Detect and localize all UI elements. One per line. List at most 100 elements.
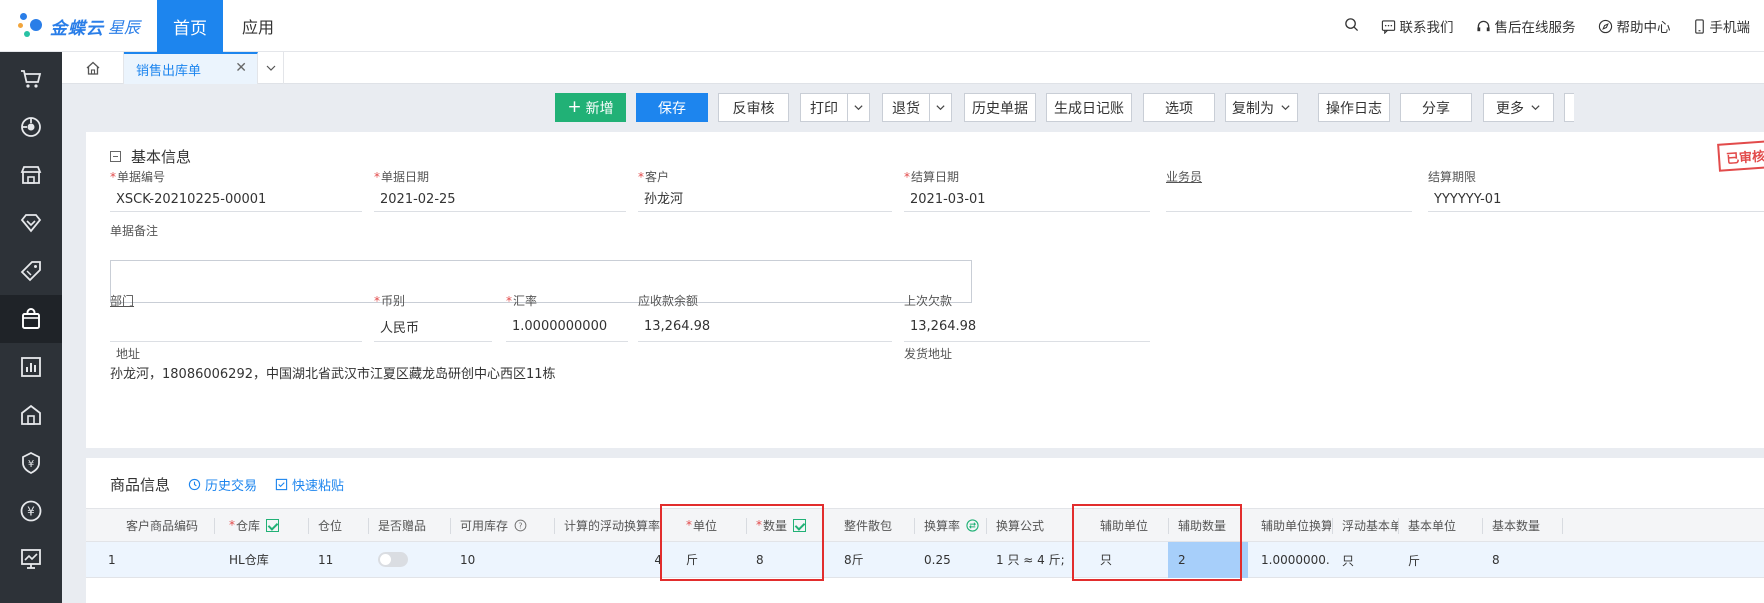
salesman-value[interactable]: [1166, 190, 1412, 212]
return-dropdown[interactable]: [930, 93, 952, 122]
close-icon[interactable]: ✕: [235, 60, 247, 76]
col-float-base[interactable]: 浮动基本单: [1332, 509, 1398, 541]
currency-field[interactable]: *币别 人民币: [374, 292, 492, 342]
col-pack[interactable]: 整件散包: [834, 509, 914, 541]
bill-no-value[interactable]: XSCK-20210225-00001: [110, 190, 362, 212]
col-warehouse[interactable]: * 仓库: [219, 509, 309, 541]
settle-date-value[interactable]: 2021-03-01: [904, 190, 1150, 212]
save-button[interactable]: 保存: [636, 93, 708, 122]
sidebar-item-dashboard[interactable]: [0, 103, 62, 151]
dept-value[interactable]: [110, 314, 362, 342]
col-aux-conv[interactable]: 辅助单位换算: [1251, 509, 1331, 541]
settle-period-field[interactable]: 结算期限 YYYYYY-01: [1428, 168, 1764, 212]
quick-paste-label: 快速粘贴: [292, 479, 345, 494]
col-float-rate[interactable]: 计算的浮动换算率: [554, 509, 674, 541]
bill-date-value[interactable]: 2021-02-25: [374, 190, 626, 212]
phone-icon: [1694, 18, 1704, 34]
currency-value[interactable]: 人民币: [374, 314, 492, 342]
col-stock[interactable]: 可用库存 ?: [450, 509, 554, 541]
print-button[interactable]: 打印: [800, 93, 848, 122]
history-bills-button[interactable]: 历史单据: [964, 93, 1036, 122]
customer-field[interactable]: *客户 孙龙河: [638, 168, 892, 212]
bill-no-field[interactable]: *单据编号 XSCK-20210225-00001: [110, 168, 362, 212]
col-conv-rate[interactable]: 换算率: [914, 509, 986, 541]
copy-as-button[interactable]: 复制为: [1225, 93, 1298, 122]
bill-date-field[interactable]: *单据日期 2021-02-25: [374, 168, 626, 212]
sidebar-item-product[interactable]: [0, 199, 62, 247]
cell-base-unit[interactable]: 斤: [1398, 542, 1482, 578]
customer-value[interactable]: 孙龙河: [638, 190, 892, 212]
last-debt-label: 上次欠款: [904, 294, 953, 308]
nav-app[interactable]: 应用: [236, 0, 280, 52]
add-button[interactable]: + 新增: [555, 93, 626, 122]
col-location[interactable]: 仓位: [308, 509, 368, 541]
ship-address-field[interactable]: 发货地址: [904, 345, 1150, 389]
rate-value[interactable]: 1.0000000000: [506, 314, 628, 342]
copy-as-label: 复制为: [1232, 100, 1274, 117]
dept-field[interactable]: 部门: [110, 292, 362, 342]
top-bar: 金蝶云 星辰 首页 应用 联系我们 售后在线服务 帮助中心 手机端: [0, 0, 1764, 52]
tabs-dropdown[interactable]: [258, 52, 284, 84]
tab-sales-outbound[interactable]: 销售出库单 ✕: [124, 52, 258, 84]
tag-icon: [20, 261, 41, 282]
target-icon: [21, 117, 41, 137]
operation-log-button[interactable]: 操作日志: [1318, 93, 1390, 122]
sidebar-item-sales[interactable]: [0, 295, 62, 343]
return-button[interactable]: 退货: [882, 93, 930, 122]
unaudit-button[interactable]: 反审核: [718, 93, 789, 122]
sidebar-item-store[interactable]: [0, 151, 62, 199]
col-cust-code[interactable]: 客户商品编码: [122, 509, 212, 541]
address-value[interactable]: 孙龙河，18086006292，中国湖北省武汉市江夏区藏龙岛研创中心西区11栋: [110, 365, 870, 387]
search-icon[interactable]: [1344, 17, 1359, 36]
plus-icon: +: [567, 97, 582, 117]
col-base-qty[interactable]: 基本数量: [1482, 509, 1562, 541]
sidebar-item-report[interactable]: [0, 343, 62, 391]
mobile-label: 手机端: [1709, 20, 1751, 36]
col-base-unit[interactable]: 基本单位: [1398, 509, 1482, 541]
quick-paste-link[interactable]: 快速粘贴: [275, 475, 344, 494]
sidebar-item-analysis[interactable]: [0, 535, 62, 583]
options-button[interactable]: 选项: [1143, 93, 1215, 122]
help-center-link[interactable]: 帮助中心: [1598, 16, 1671, 36]
basic-info-header[interactable]: 基本信息: [110, 146, 191, 167]
goods-header: 商品信息 历史交易 快速粘贴: [110, 474, 344, 495]
rate-field[interactable]: *汇率 1.0000000000: [506, 292, 628, 342]
salesman-field[interactable]: 业务员: [1166, 168, 1412, 212]
cell-aux-conv[interactable]: 1.0000000...: [1251, 542, 1331, 578]
more-button[interactable]: 更多: [1483, 93, 1554, 122]
nav-home[interactable]: 首页: [157, 0, 223, 52]
annotation-box-unit-qty: [660, 504, 824, 581]
sidebar-item-purchase[interactable]: [0, 55, 62, 103]
basic-info-card: 基本信息 已审核 *单据编号 XSCK-20210225-00001 *单据日期…: [86, 132, 1764, 448]
dept-label[interactable]: 部门: [110, 292, 362, 309]
sidebar-item-funds[interactable]: ¥: [0, 487, 62, 535]
app-logo[interactable]: 金蝶云 星辰: [18, 10, 140, 42]
history-trade-label: 历史交易: [205, 479, 258, 494]
goods-info-card: 商品信息 历史交易 快速粘贴 客户商品编码 * 仓库 仓位 是否赠品 可用库存 ?…: [86, 458, 1764, 603]
toolbar-overflow-button[interactable]: [1564, 93, 1574, 122]
print-dropdown[interactable]: [848, 93, 870, 122]
logo-mark-icon: [18, 11, 46, 41]
goods-table-header: 客户商品编码 * 仓库 仓位 是否赠品 可用库存 ? 计算的浮动换算率 * 单位 *…: [86, 508, 1764, 542]
mobile-link[interactable]: 手机端: [1693, 16, 1751, 36]
home-tab[interactable]: [62, 52, 124, 84]
col-formula[interactable]: 换算公式: [986, 509, 1082, 541]
sidebar-item-warehouse[interactable]: [0, 391, 62, 439]
collapse-icon[interactable]: [110, 151, 121, 162]
settle-date-field[interactable]: *结算日期 2021-03-01: [904, 168, 1150, 212]
address-field[interactable]: 地址 孙龙河，18086006292，中国湖北省武汉市江夏区藏龙岛研创中心西区1…: [110, 345, 870, 387]
sidebar-item-finance[interactable]: ¥: [0, 439, 62, 487]
settle-period-value[interactable]: YYYYYY-01: [1428, 190, 1764, 212]
col-gift[interactable]: 是否赠品: [368, 509, 450, 541]
ship-address-value[interactable]: [904, 367, 1150, 389]
share-button[interactable]: 分享: [1400, 93, 1472, 122]
contact-us-link[interactable]: 联系我们: [1381, 16, 1454, 36]
online-service-link[interactable]: 售后在线服务: [1476, 16, 1576, 36]
cell-float-base[interactable]: 只: [1332, 542, 1398, 578]
chevron-down-icon: [936, 105, 945, 111]
basic-info-title: 基本信息: [131, 148, 192, 166]
generate-journal-button[interactable]: 生成日记账: [1046, 93, 1132, 122]
sidebar-item-price[interactable]: [0, 247, 62, 295]
salesman-label[interactable]: 业务员: [1166, 168, 1412, 185]
history-trade-link[interactable]: 历史交易: [188, 475, 257, 494]
